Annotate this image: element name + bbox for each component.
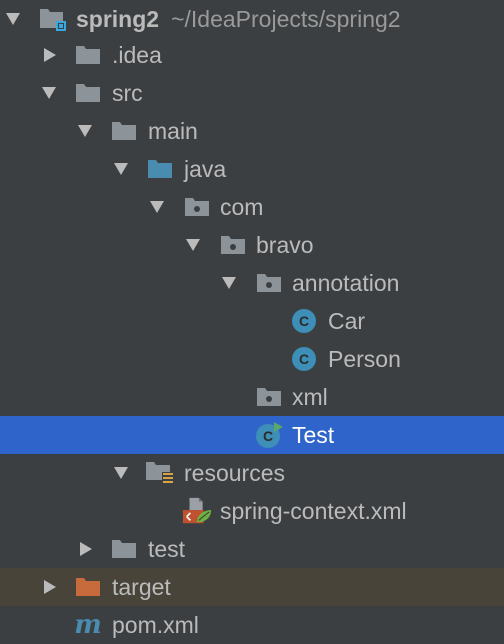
package-icon [254,378,284,416]
tree-row-label: resources [184,459,285,486]
tree-row-xml[interactable]: xml [0,378,504,416]
folder-icon [109,112,139,150]
tree-row-spring2[interactable]: spring2 ~/IdeaProjects/spring2 [0,0,504,38]
tree-row-target[interactable]: target [0,568,504,606]
expand-arrow-icon[interactable] [110,150,132,188]
runnable-class-icon: C [254,416,284,454]
tree-row-idea[interactable]: .idea [0,36,504,74]
package-icon [182,188,212,226]
expand-arrow-icon[interactable] [146,188,168,226]
tree-row-label: bravo [256,231,314,258]
resources-folder-icon [145,454,175,492]
tree-row-test-folder[interactable]: test [0,530,504,568]
project-path: ~/IdeaProjects/spring2 [171,5,401,32]
tree-row-label: java [184,155,227,182]
expand-arrow-icon[interactable] [182,226,204,264]
tree-row-label: annotation [292,269,400,296]
expand-arrow-icon[interactable] [38,74,60,112]
expand-arrow-icon[interactable] [218,264,240,302]
tree-row-bravo[interactable]: bravo [0,226,504,264]
module-folder-icon [37,0,67,38]
svg-text:C: C [263,428,273,444]
collapse-arrow-icon[interactable] [39,568,61,606]
tree-row-label: Test [292,421,335,448]
folder-icon [73,36,103,74]
tree-row-car[interactable]: C Car [0,302,504,340]
tree-row-person[interactable]: C Person [0,340,504,378]
tree-row-label: com [220,193,264,220]
source-folder-icon [145,150,175,188]
tree-row-label: .idea [112,41,162,68]
spring-xml-icon [182,492,212,530]
tree-row-com[interactable]: com [0,188,504,226]
class-icon: C [289,340,319,378]
tree-row-resources[interactable]: resources [0,454,504,492]
tree-row-label: pom.xml [112,611,199,638]
expand-arrow-icon[interactable] [74,112,96,150]
tree-row-label: target [112,573,171,600]
tree-row-label: test [148,535,186,562]
tree-row-label: xml [292,383,328,410]
tree-row-java[interactable]: java [0,150,504,188]
excluded-folder-icon [73,568,103,606]
collapse-arrow-icon[interactable] [75,530,97,568]
collapse-arrow-icon[interactable] [39,36,61,74]
tree-row-label: spring-context.xml [220,497,407,524]
folder-icon [73,74,103,112]
tree-row-label: main [148,117,198,144]
tree-row-label: spring2 ~/IdeaProjects/spring2 [76,5,401,32]
tree-row-main[interactable]: main [0,112,504,150]
tree-row-label: Car [328,307,366,334]
package-icon [218,226,248,264]
tree-row-spring-context-xml[interactable]: spring-context.xml [0,492,504,530]
tree-row-annotation[interactable]: annotation [0,264,504,302]
tree-row-test-class[interactable]: C Test [0,416,504,454]
class-icon: C [289,302,319,340]
svg-text:C: C [299,313,309,329]
tree-row-label: src [112,79,143,106]
maven-pom-icon: m [73,606,103,644]
expand-arrow-icon[interactable] [2,0,24,38]
svg-text:m: m [74,612,102,638]
tree-row-src[interactable]: src [0,74,504,112]
folder-icon [109,530,139,568]
tree-row-label: Person [328,345,401,372]
svg-text:C: C [299,351,309,367]
project-tree: spring2 ~/IdeaProjects/spring2 .idea src … [0,0,504,644]
tree-row-pom-xml[interactable]: m pom.xml [0,606,504,644]
package-icon [254,264,284,302]
expand-arrow-icon[interactable] [110,454,132,492]
